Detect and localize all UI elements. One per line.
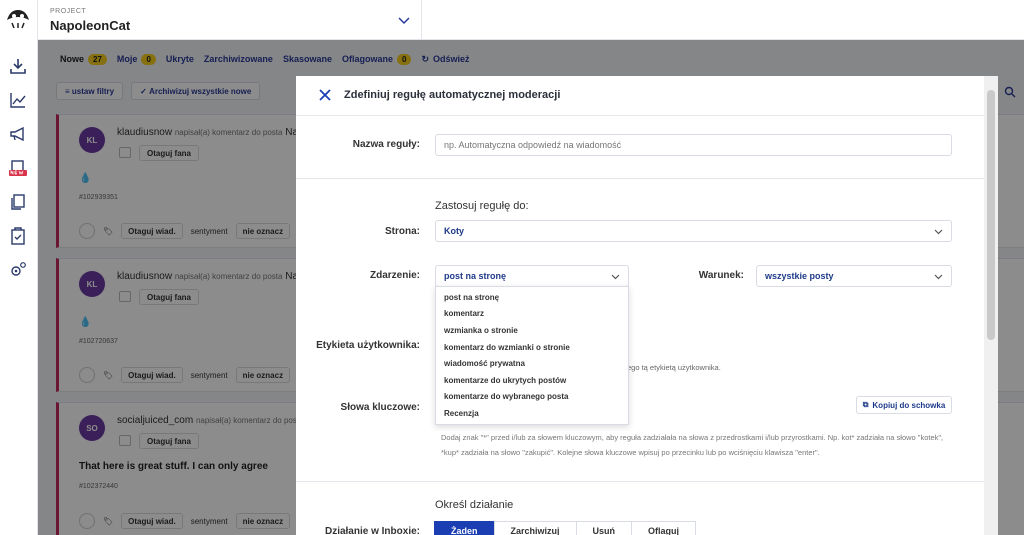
apply-heading: Zastosuj regułę do: — [435, 200, 529, 212]
condition-label: Warunek: — [698, 270, 744, 281]
modal-header: Zdefiniuj regułę automatycznej moderacji — [296, 76, 984, 116]
action-heading: Określ działanie — [435, 499, 514, 511]
napoleoncat-logo-icon[interactable] — [4, 6, 32, 32]
chevron-down-icon — [934, 229, 943, 235]
chevron-down-icon — [398, 17, 410, 25]
divider — [296, 481, 984, 482]
keywords-hint: Dodaj znak "*" przed i/lub za słowem klu… — [441, 433, 944, 457]
page-select[interactable]: Koty — [435, 220, 952, 242]
button-label: Kopiuj do schowka — [872, 400, 946, 410]
tasks-clipboard-icon[interactable] — [8, 226, 28, 246]
user-tag-label: Etykieta użytkownika: — [316, 340, 420, 351]
inbox-action-label: Działanie w Inboxie: — [324, 526, 420, 535]
select-value: wszystkie posty — [765, 271, 834, 281]
select-value: Koty — [444, 226, 464, 236]
copy-pages-icon[interactable] — [8, 192, 28, 212]
publisher-new-icon[interactable] — [8, 158, 28, 178]
project-name: NapoleonCat — [50, 18, 131, 33]
event-label: Zdarzenie: — [369, 270, 420, 281]
close-icon[interactable] — [318, 88, 332, 102]
project-label: PROJECT — [50, 8, 87, 15]
dropdown-option[interactable]: komentarz — [436, 306, 628, 323]
rule-name-input[interactable] — [435, 134, 952, 156]
copy-icon: ⧉ — [862, 400, 869, 409]
select-value: post na stronę — [444, 271, 507, 281]
scrollbar-thumb[interactable] — [987, 90, 995, 340]
event-select[interactable]: post na stronę — [435, 265, 629, 287]
page-label: Strona: — [385, 226, 420, 237]
keywords-label: Słowa kluczowe: — [340, 402, 420, 413]
left-sidebar — [0, 0, 38, 535]
top-bar: PROJECT NapoleonCat — [38, 0, 1024, 40]
settings-gear-icon[interactable] — [8, 260, 28, 280]
user-tag-note: ego tą etykietą użytkownika. — [627, 363, 721, 372]
action-archive-button[interactable]: Zarchiwizuj — [493, 521, 577, 535]
analytics-icon[interactable] — [8, 90, 28, 110]
condition-select[interactable]: wszystkie posty — [756, 265, 952, 287]
dropdown-option[interactable]: wiadomość prywatna — [436, 355, 628, 372]
auto-moderation-rule-modal: Zdefiniuj regułę automatycznej moderacji… — [296, 76, 984, 535]
dropdown-option[interactable]: komentarze do wybranego posta — [436, 389, 628, 406]
chevron-down-icon — [934, 274, 943, 280]
inbox-action-group: Żaden Zarchiwizuj Usuń Oflaguj — [434, 521, 697, 535]
rule-name-label: Nazwa reguły: — [352, 139, 420, 150]
divider — [296, 178, 984, 179]
megaphone-icon[interactable] — [8, 124, 28, 144]
copy-to-clipboard-button[interactable]: ⧉ Kopiuj do schowka — [856, 396, 952, 414]
inbox-icon[interactable] — [8, 56, 28, 76]
dropdown-option[interactable]: post na stronę — [436, 289, 628, 306]
dropdown-option[interactable]: komentarz do wzmianki o stronie — [436, 339, 628, 356]
dropdown-option[interactable]: Recenzja — [436, 405, 628, 422]
modal-title: Zdefiniuj regułę automatycznej moderacji — [344, 89, 561, 101]
action-flag-button[interactable]: Oflaguj — [631, 521, 697, 535]
modal-scrollbar[interactable] — [984, 76, 998, 535]
dropdown-option[interactable]: komentarze do ukrytych postów — [436, 372, 628, 389]
action-none-button[interactable]: Żaden — [434, 521, 495, 535]
chevron-down-icon — [611, 274, 620, 280]
event-dropdown-menu: post na stronę komentarz wzmianka o stro… — [435, 286, 629, 425]
project-selector[interactable]: PROJECT NapoleonCat — [38, 0, 422, 40]
dropdown-option[interactable]: wzmianka o stronie — [436, 322, 628, 339]
action-delete-button[interactable]: Usuń — [575, 521, 633, 535]
